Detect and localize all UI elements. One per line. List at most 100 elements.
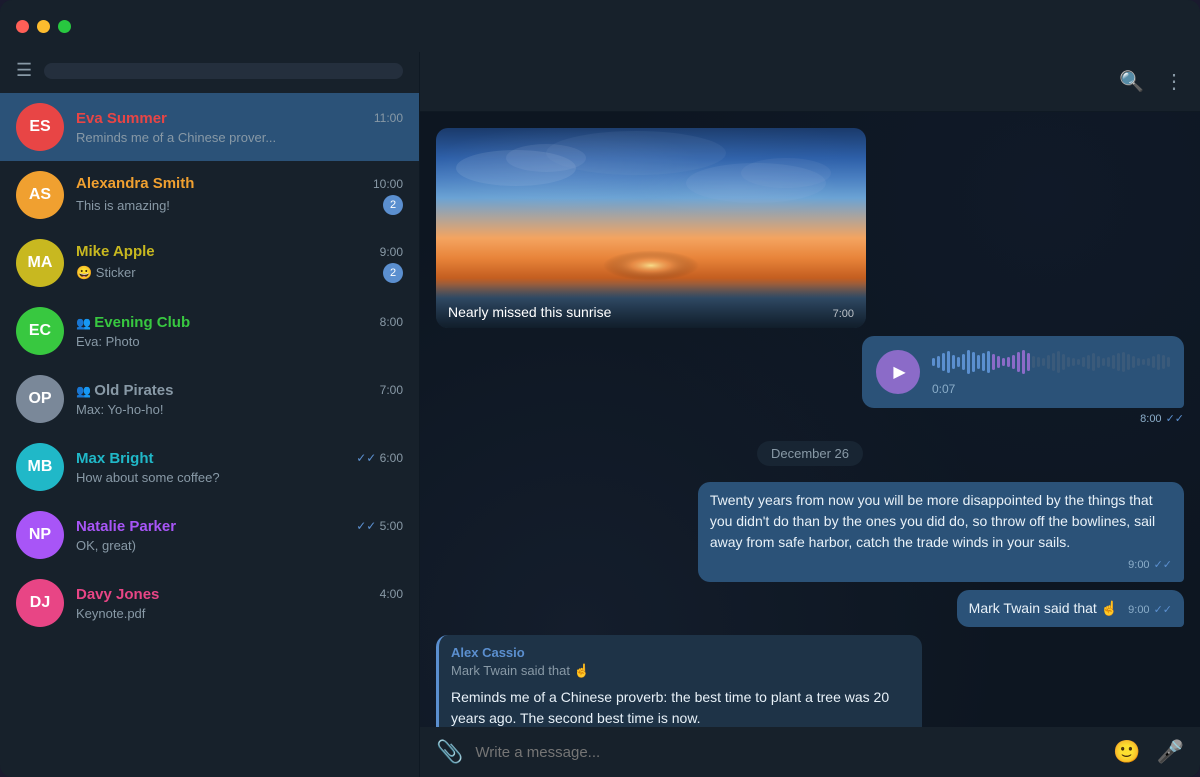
- badge-mike-apple: 2: [383, 263, 403, 283]
- sidebar-header: ☰: [0, 52, 419, 93]
- waveform-bar: [1087, 355, 1090, 369]
- reply-bubble: Alex Cassio Mark Twain said that ☝️ Remi…: [436, 635, 922, 728]
- message-input[interactable]: [475, 744, 1101, 761]
- chat-name-eva-summer: Eva Summer: [76, 110, 167, 127]
- image-time: 7:00: [833, 308, 854, 320]
- waveform-bar: [1047, 355, 1050, 369]
- waveform: 0:07: [932, 348, 1170, 396]
- mark-twain-text: Mark Twain said that ☝️: [969, 598, 1118, 619]
- mark-twain-bubble: Mark Twain said that ☝️ 9:00 ✓✓: [957, 590, 1184, 627]
- date-separator: December 26: [436, 441, 1184, 466]
- waveform-bar: [1057, 351, 1060, 373]
- chat-item-davy-jones[interactable]: DJDavy Jones4:00Keynote.pdf: [0, 569, 419, 637]
- waveform-bar: [1147, 358, 1150, 366]
- mark-twain-time: 9:00: [1128, 602, 1149, 619]
- reply-preview: Mark Twain said that ☝️: [451, 663, 910, 679]
- chat-name-evening-club: 👥 Evening Club: [76, 314, 190, 331]
- waveform-bar: [1097, 356, 1100, 368]
- waveform-bar: [987, 351, 990, 373]
- search-icon[interactable]: 🔍: [1119, 69, 1144, 94]
- chat-info-evening-club: 👥 Evening Club8:00Eva: Photo: [76, 314, 403, 349]
- waveform-bar: [937, 356, 940, 368]
- long-quote-check: ✓✓: [1154, 557, 1172, 574]
- image-bubble: Nearly missed this sunrise 7:00: [436, 128, 866, 328]
- play-button[interactable]: ▶: [876, 350, 920, 394]
- avatar-evening-club: EC: [16, 307, 64, 355]
- chat-info-alexandra-smith: Alexandra Smith10:00This is amazing!2: [76, 175, 403, 215]
- waveform-bar: [1077, 359, 1080, 365]
- voice-meta: 8:00 ✓✓: [862, 412, 1184, 425]
- play-icon: ▶: [893, 362, 905, 382]
- menu-icon[interactable]: ☰: [16, 60, 32, 81]
- image-caption: Nearly missed this sunrise 7:00: [436, 284, 866, 328]
- attach-icon[interactable]: 📎: [436, 739, 463, 765]
- main-layout: ☰ ESEva Summer11:00Reminds me of a Chine…: [0, 52, 1200, 777]
- chat-preview-alexandra-smith: This is amazing!: [76, 198, 383, 213]
- waveform-bar: [1022, 350, 1025, 374]
- emoji-icon[interactable]: 🙂: [1113, 739, 1140, 765]
- chat-time-mike-apple: 9:00: [380, 245, 403, 259]
- long-quote-time: 9:00: [1128, 557, 1149, 574]
- avatar-natalie-parker: NP: [16, 511, 64, 559]
- chat-panel: 🔍 ⋮: [420, 52, 1200, 777]
- double-check-icon: ✓✓: [1166, 412, 1184, 425]
- mark-twain-meta: 9:00 ✓✓: [1128, 602, 1172, 619]
- waveform-bar: [977, 355, 980, 369]
- chat-item-eva-summer[interactable]: ESEva Summer11:00Reminds me of a Chinese…: [0, 93, 419, 161]
- waveform-bar: [992, 354, 995, 370]
- maximize-button[interactable]: [58, 20, 71, 33]
- long-quote-bubble: Twenty years from now you will be more d…: [698, 482, 1184, 582]
- avatar-mike-apple: MA: [16, 239, 64, 287]
- waveform-bar: [1032, 356, 1035, 368]
- chat-item-mike-apple[interactable]: MA Mike Apple9:00😀 Sticker2: [0, 229, 419, 297]
- chat-header: 🔍 ⋮: [420, 52, 1200, 112]
- waveform-bar: [982, 353, 985, 371]
- waveform-bar: [1132, 356, 1135, 368]
- chat-preview-old-pirates: Max: Yo-ho-ho!: [76, 402, 403, 417]
- long-quote-meta: 9:00 ✓✓: [710, 557, 1172, 574]
- search-bar[interactable]: [44, 63, 403, 79]
- waveform-bar: [967, 350, 970, 374]
- chat-time-eva-summer: 11:00: [374, 111, 403, 125]
- voice-message: ▶ 0:07 8:00 ✓✓: [862, 336, 1184, 425]
- chat-preview-natalie-parker: OK, great): [76, 538, 403, 553]
- mic-icon[interactable]: 🎤: [1157, 739, 1184, 765]
- badge-alexandra-smith: 2: [383, 195, 403, 215]
- chat-item-evening-club[interactable]: EC 👥 Evening Club8:00Eva: Photo: [0, 297, 419, 365]
- minimize-button[interactable]: [37, 20, 50, 33]
- image-caption-text: Nearly missed this sunrise: [448, 304, 611, 320]
- chat-item-alexandra-smith[interactable]: AS Alexandra Smith10:00This is amazing!2: [0, 161, 419, 229]
- chat-time-davy-jones: 4:00: [380, 587, 403, 601]
- chat-item-max-bright[interactable]: MBMax Bright✓✓ 6:00How about some coffee…: [0, 433, 419, 501]
- app-container: ☰ ESEva Summer11:00Reminds me of a Chine…: [0, 0, 1200, 777]
- chat-item-natalie-parker[interactable]: NPNatalie Parker✓✓ 5:00OK, great): [0, 501, 419, 569]
- waveform-bar: [962, 354, 965, 370]
- waveform-bar: [972, 352, 975, 372]
- input-area: 📎 🙂 🎤: [420, 727, 1200, 777]
- voice-bubble: ▶ 0:07: [862, 336, 1184, 408]
- waveform-bar: [1082, 357, 1085, 367]
- chat-time-natalie-parker: ✓✓ 5:00: [356, 519, 403, 533]
- waveform-bar: [1112, 355, 1115, 369]
- waveform-bar: [1152, 356, 1155, 368]
- chat-item-old-pirates[interactable]: OP👥 Old Pirates7:00Max: Yo-ho-ho!: [0, 365, 419, 433]
- chat-time-old-pirates: 7:00: [380, 383, 403, 397]
- image-message: Nearly missed this sunrise 7:00: [436, 128, 866, 328]
- reply-main-text: Reminds me of a Chinese proverb: the bes…: [451, 687, 910, 728]
- waveform-bar: [1067, 357, 1070, 367]
- messages-area: Nearly missed this sunrise 7:00 ▶ 0:07 8…: [420, 112, 1200, 727]
- waveform-bar: [997, 356, 1000, 368]
- reply-author: Alex Cassio: [451, 645, 910, 660]
- avatar-alexandra-smith: AS: [16, 171, 64, 219]
- title-bar: [0, 0, 1200, 52]
- chat-list: ESEva Summer11:00Reminds me of a Chinese…: [0, 93, 419, 777]
- waveform-bar: [1027, 353, 1030, 371]
- waveform-bar: [1072, 358, 1075, 366]
- waveform-bar: [1092, 353, 1095, 371]
- chat-info-mike-apple: Mike Apple9:00😀 Sticker2: [76, 243, 403, 283]
- waveform-bar: [1007, 357, 1010, 367]
- waveform-bar: [947, 351, 950, 373]
- close-button[interactable]: [16, 20, 29, 33]
- waveform-bar: [952, 355, 955, 369]
- more-icon[interactable]: ⋮: [1164, 69, 1184, 94]
